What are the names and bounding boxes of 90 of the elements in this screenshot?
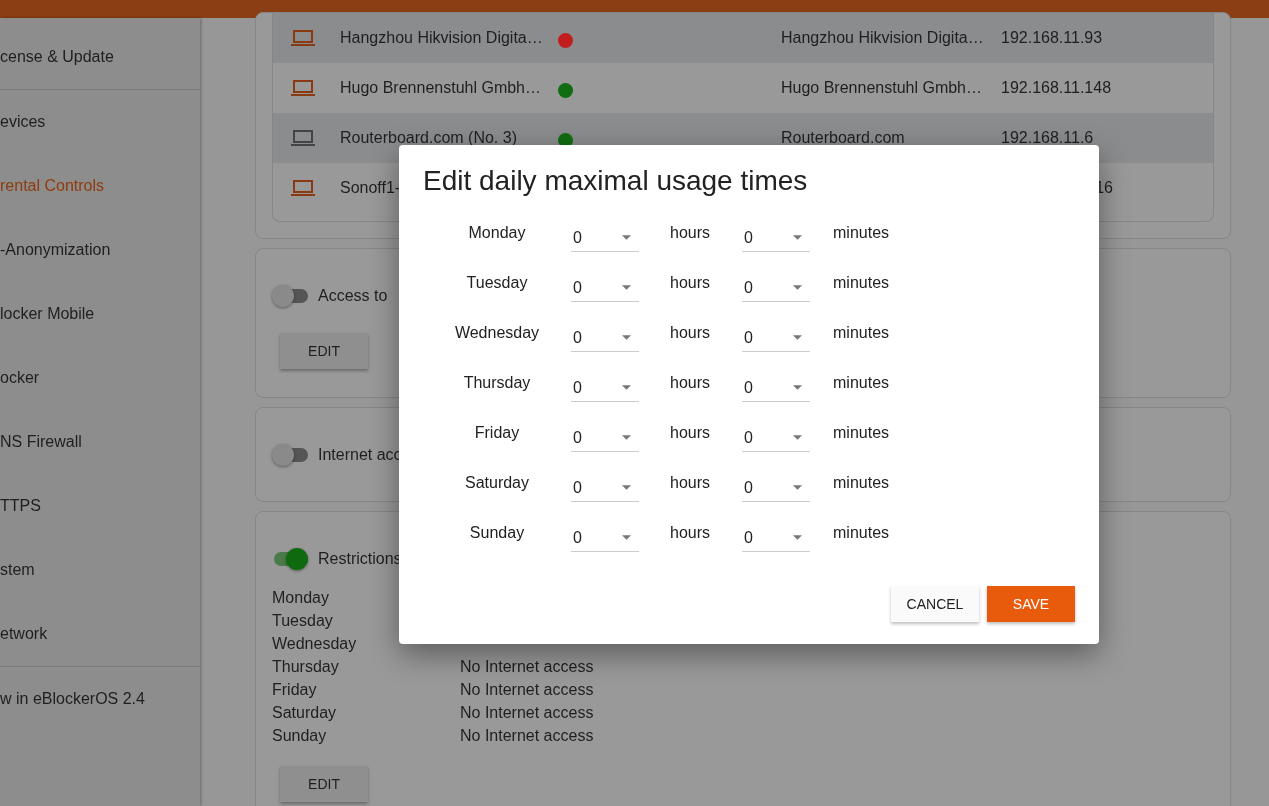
vendor-name: Routerboard.com	[781, 129, 905, 146]
hours-select[interactable]: 0	[571, 370, 639, 402]
day-label: Monday	[467, 224, 527, 242]
caret-icon	[622, 335, 631, 340]
sidebar-item[interactable]: evices	[0, 90, 200, 154]
unit-label: hours	[670, 224, 711, 242]
minutes-select[interactable]: 0	[742, 320, 811, 352]
ip-address: 192.168.11.148	[1001, 79, 1112, 96]
toggle-label: Restrictions	[318, 550, 402, 568]
device-name: Hugo Brennenstuhl Gmbh…	[340, 79, 541, 96]
device-name: Sonoff1-	[340, 179, 401, 196]
day-label: Monday	[272, 589, 330, 608]
cancel-button[interactable]: CANCEL	[891, 586, 979, 622]
unit-label: minutes	[833, 424, 890, 442]
day-value: No Internet access	[460, 727, 594, 746]
day-value: No Internet access	[460, 704, 594, 723]
minutes-select[interactable]: 0	[742, 270, 811, 302]
day-label: Wednesday	[272, 635, 358, 654]
unit-label: hours	[670, 374, 711, 392]
hours-select[interactable]: 0	[571, 470, 639, 502]
day-label: Friday	[473, 424, 521, 442]
unit-label: hours	[670, 324, 711, 342]
caret-icon	[622, 385, 631, 390]
minutes-select[interactable]: 0	[742, 370, 811, 402]
minutes-select[interactable]: 0	[742, 470, 811, 502]
vendor-name: Hugo Brennenstuhl Gmbh…	[781, 79, 982, 96]
caret-icon	[793, 385, 803, 390]
day-label: Thursday	[462, 374, 532, 392]
ip-address: 192.168.11.93	[1001, 29, 1103, 46]
sidebar-item[interactable]: w in eBlockerOS 2.4	[0, 667, 200, 731]
unit-label: hours	[670, 274, 711, 292]
caret-icon	[793, 335, 803, 340]
edit-button[interactable]: EDIT	[280, 766, 368, 802]
sidebar-item[interactable]: NS Firewall	[0, 410, 200, 474]
day-label: Thursday	[272, 658, 340, 677]
caret-icon	[793, 235, 803, 240]
unit-label: minutes	[833, 324, 890, 342]
minutes-select[interactable]: 0	[742, 520, 811, 552]
day-label: Tuesday	[465, 274, 529, 292]
caret-icon	[622, 235, 631, 240]
day-label: Saturday	[272, 704, 338, 723]
sidebar-item[interactable]: ocker	[0, 346, 200, 410]
hours-select[interactable]: 0	[571, 320, 639, 352]
unit-label: hours	[670, 424, 711, 442]
dialog-title: Edit daily maximal usage times	[423, 165, 809, 197]
hours-select[interactable]: 0	[571, 520, 639, 552]
toggle-switch[interactable]	[272, 444, 308, 466]
toggle-switch[interactable]	[272, 548, 308, 570]
day-label: Tuesday	[272, 612, 334, 631]
hours-select[interactable]: 0	[571, 420, 639, 452]
sidebar-item[interactable]: -Anonymization	[0, 218, 200, 282]
sidebar-item[interactable]: locker Mobile	[0, 282, 200, 346]
device-name: Routerboard.com (No. 3)	[340, 129, 517, 146]
day-label: Sunday	[272, 727, 328, 746]
device-name: Hangzhou Hikvision Digita…	[340, 29, 543, 46]
unit-label: minutes	[833, 474, 890, 492]
day-value: No Internet access	[460, 658, 594, 677]
caret-icon	[793, 535, 803, 540]
caret-icon	[622, 435, 631, 440]
caret-icon	[622, 485, 631, 490]
caret-icon	[622, 285, 631, 290]
hours-select[interactable]: 0	[571, 270, 639, 302]
caret-icon	[793, 435, 803, 440]
toggle-label: Access to	[318, 287, 388, 305]
day-label: Sunday	[468, 524, 526, 542]
unit-label: hours	[670, 524, 711, 542]
sidebar-item[interactable]: TTPS	[0, 474, 200, 538]
save-button[interactable]: SAVE	[987, 586, 1075, 622]
day-label: Wednesday	[453, 324, 541, 342]
edit-button[interactable]: EDIT	[280, 333, 368, 369]
sidebar-item[interactable]: cense & Update	[0, 25, 200, 89]
day-label: Friday	[272, 681, 318, 700]
minutes-select[interactable]: 0	[742, 220, 811, 252]
sidebar-item[interactable]: etwork	[0, 602, 200, 666]
vendor-name: Hangzhou Hikvision Digita…	[781, 29, 984, 46]
unit-label: hours	[670, 474, 711, 492]
day-label: Saturday	[463, 474, 530, 492]
toggle-switch[interactable]	[272, 285, 308, 307]
day-value: No Internet access	[460, 681, 594, 700]
unit-label: minutes	[833, 224, 890, 242]
sidebar-item[interactable]: stem	[0, 538, 200, 602]
ip-address: 192.168.11.6	[1001, 129, 1094, 146]
caret-icon	[793, 485, 803, 490]
unit-label: minutes	[833, 374, 890, 392]
minutes-select[interactable]: 0	[742, 420, 811, 452]
unit-label: minutes	[833, 524, 890, 542]
hours-select[interactable]: 0	[571, 220, 639, 252]
caret-icon	[622, 535, 631, 540]
unit-label: minutes	[833, 274, 890, 292]
caret-icon	[793, 285, 803, 290]
